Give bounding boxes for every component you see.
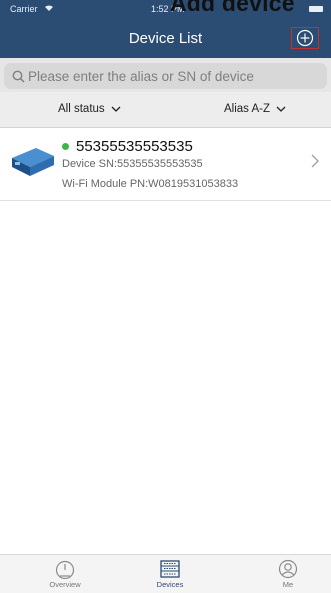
device-rack-icon (160, 560, 180, 578)
plus-circle-icon (296, 29, 314, 47)
tab-overview[interactable]: Overview (10, 555, 120, 593)
tab-devices-label: Devices (156, 580, 184, 589)
search-input[interactable]: Please enter the alias or SN of device (4, 63, 327, 89)
online-status-dot (62, 143, 69, 150)
carrier-label: Carrier (10, 4, 38, 14)
wifi-module-pn: Wi-Fi Module PN:W0819531053833 (62, 178, 239, 190)
gauge-icon (55, 560, 75, 579)
add-device-annotation: Add device (170, 0, 295, 16)
user-icon (278, 559, 298, 579)
tab-bar: Overview Devices Me (0, 554, 331, 593)
device-sn: Device SN:55355535553535 (62, 158, 203, 170)
tab-me[interactable]: Me (233, 555, 331, 593)
search-bar: Please enter the alias or SN of device (0, 58, 331, 92)
page-title: Device List (128, 30, 203, 47)
sort-dropdown[interactable]: Alias A-Z (224, 103, 286, 115)
chevron-right-icon (311, 154, 319, 168)
tab-me-label: Me (282, 580, 294, 589)
chevron-down-icon (276, 106, 286, 112)
search-icon (12, 70, 25, 83)
filter-bar: All status Alias A-Z (0, 92, 331, 128)
device-list-item[interactable]: 55355535553535 Device SN:55355535553535 … (0, 128, 331, 201)
battery-icon (309, 6, 323, 12)
device-alias-text: 55355535553535 (76, 138, 193, 155)
tab-overview-label: Overview (49, 580, 81, 589)
sort-label: Alias A-Z (224, 103, 271, 115)
add-device-button[interactable] (291, 27, 319, 49)
status-filter-dropdown[interactable]: All status (58, 103, 121, 115)
inverter-device-icon (12, 148, 54, 176)
chevron-down-icon (111, 106, 121, 112)
wifi-icon (44, 4, 54, 14)
tab-devices[interactable]: Devices (115, 555, 225, 593)
status-filter-label: All status (58, 103, 105, 115)
device-alias: 55355535553535 (62, 138, 193, 155)
search-placeholder: Please enter the alias or SN of device (28, 68, 254, 84)
